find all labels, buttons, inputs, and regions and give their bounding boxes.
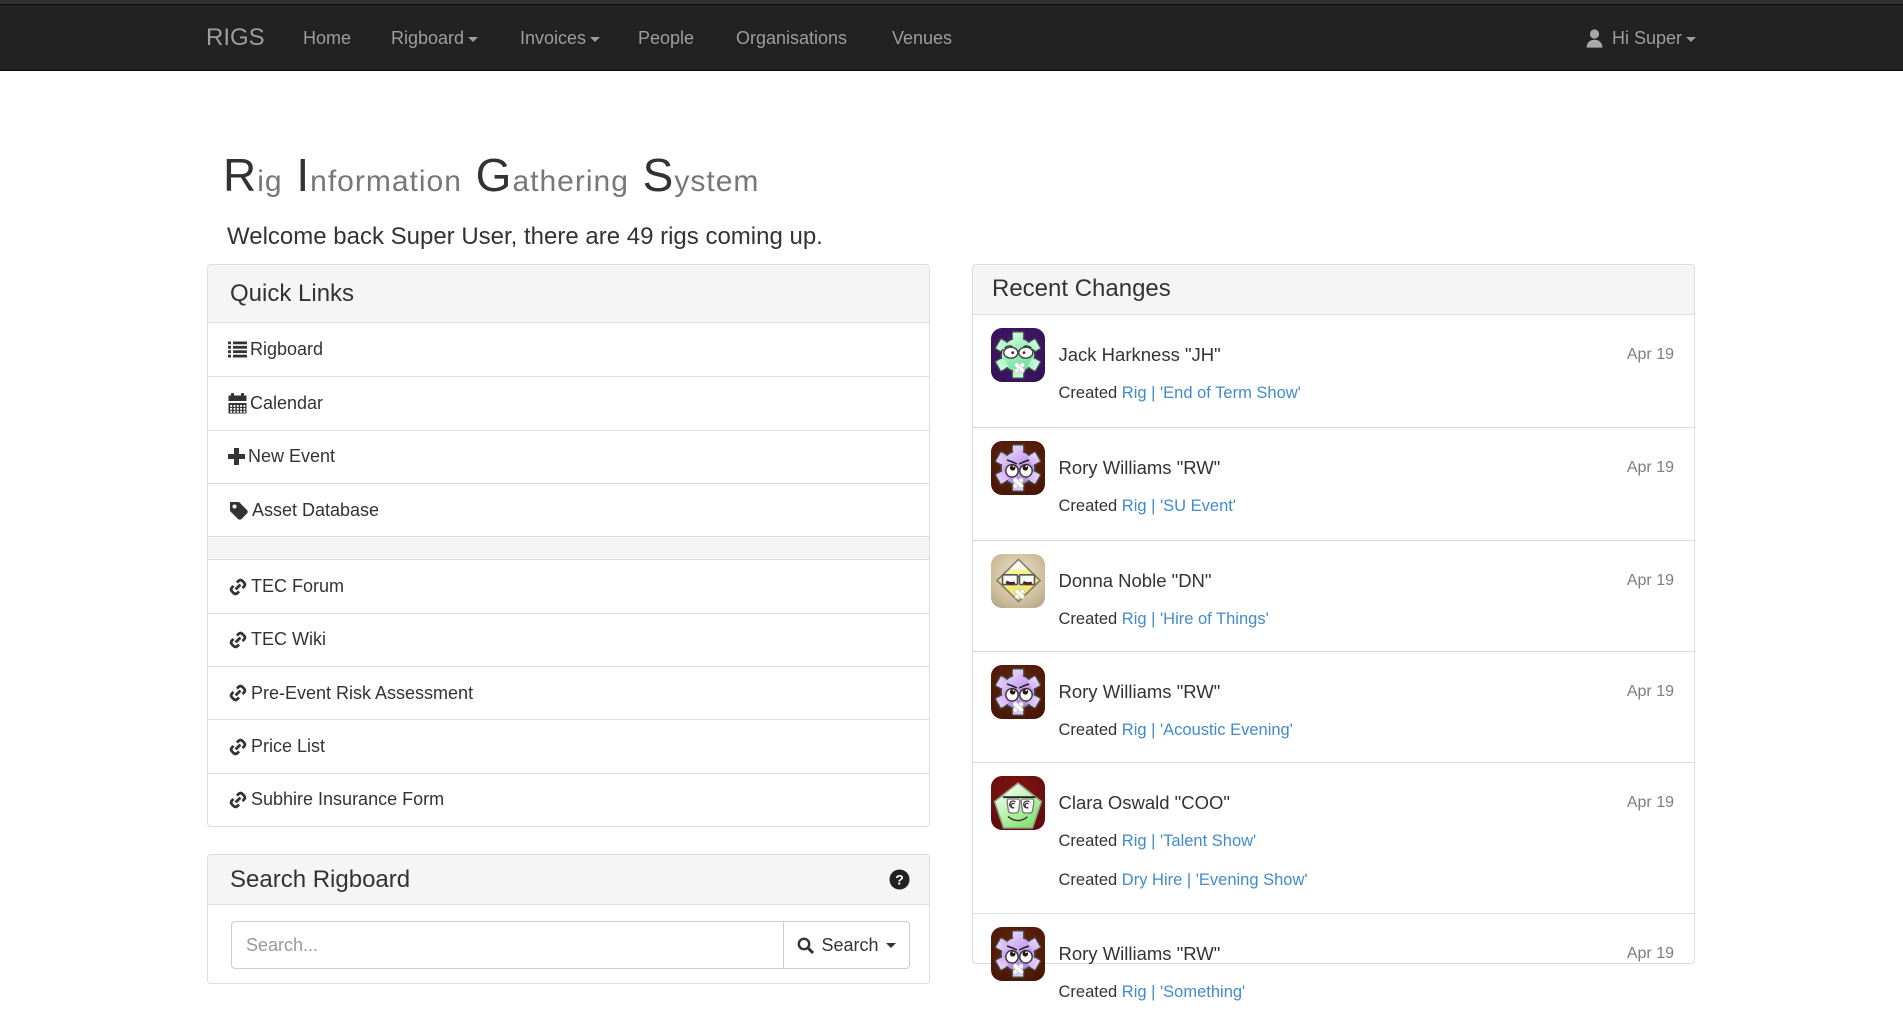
svg-text:?: ? [895, 872, 904, 888]
